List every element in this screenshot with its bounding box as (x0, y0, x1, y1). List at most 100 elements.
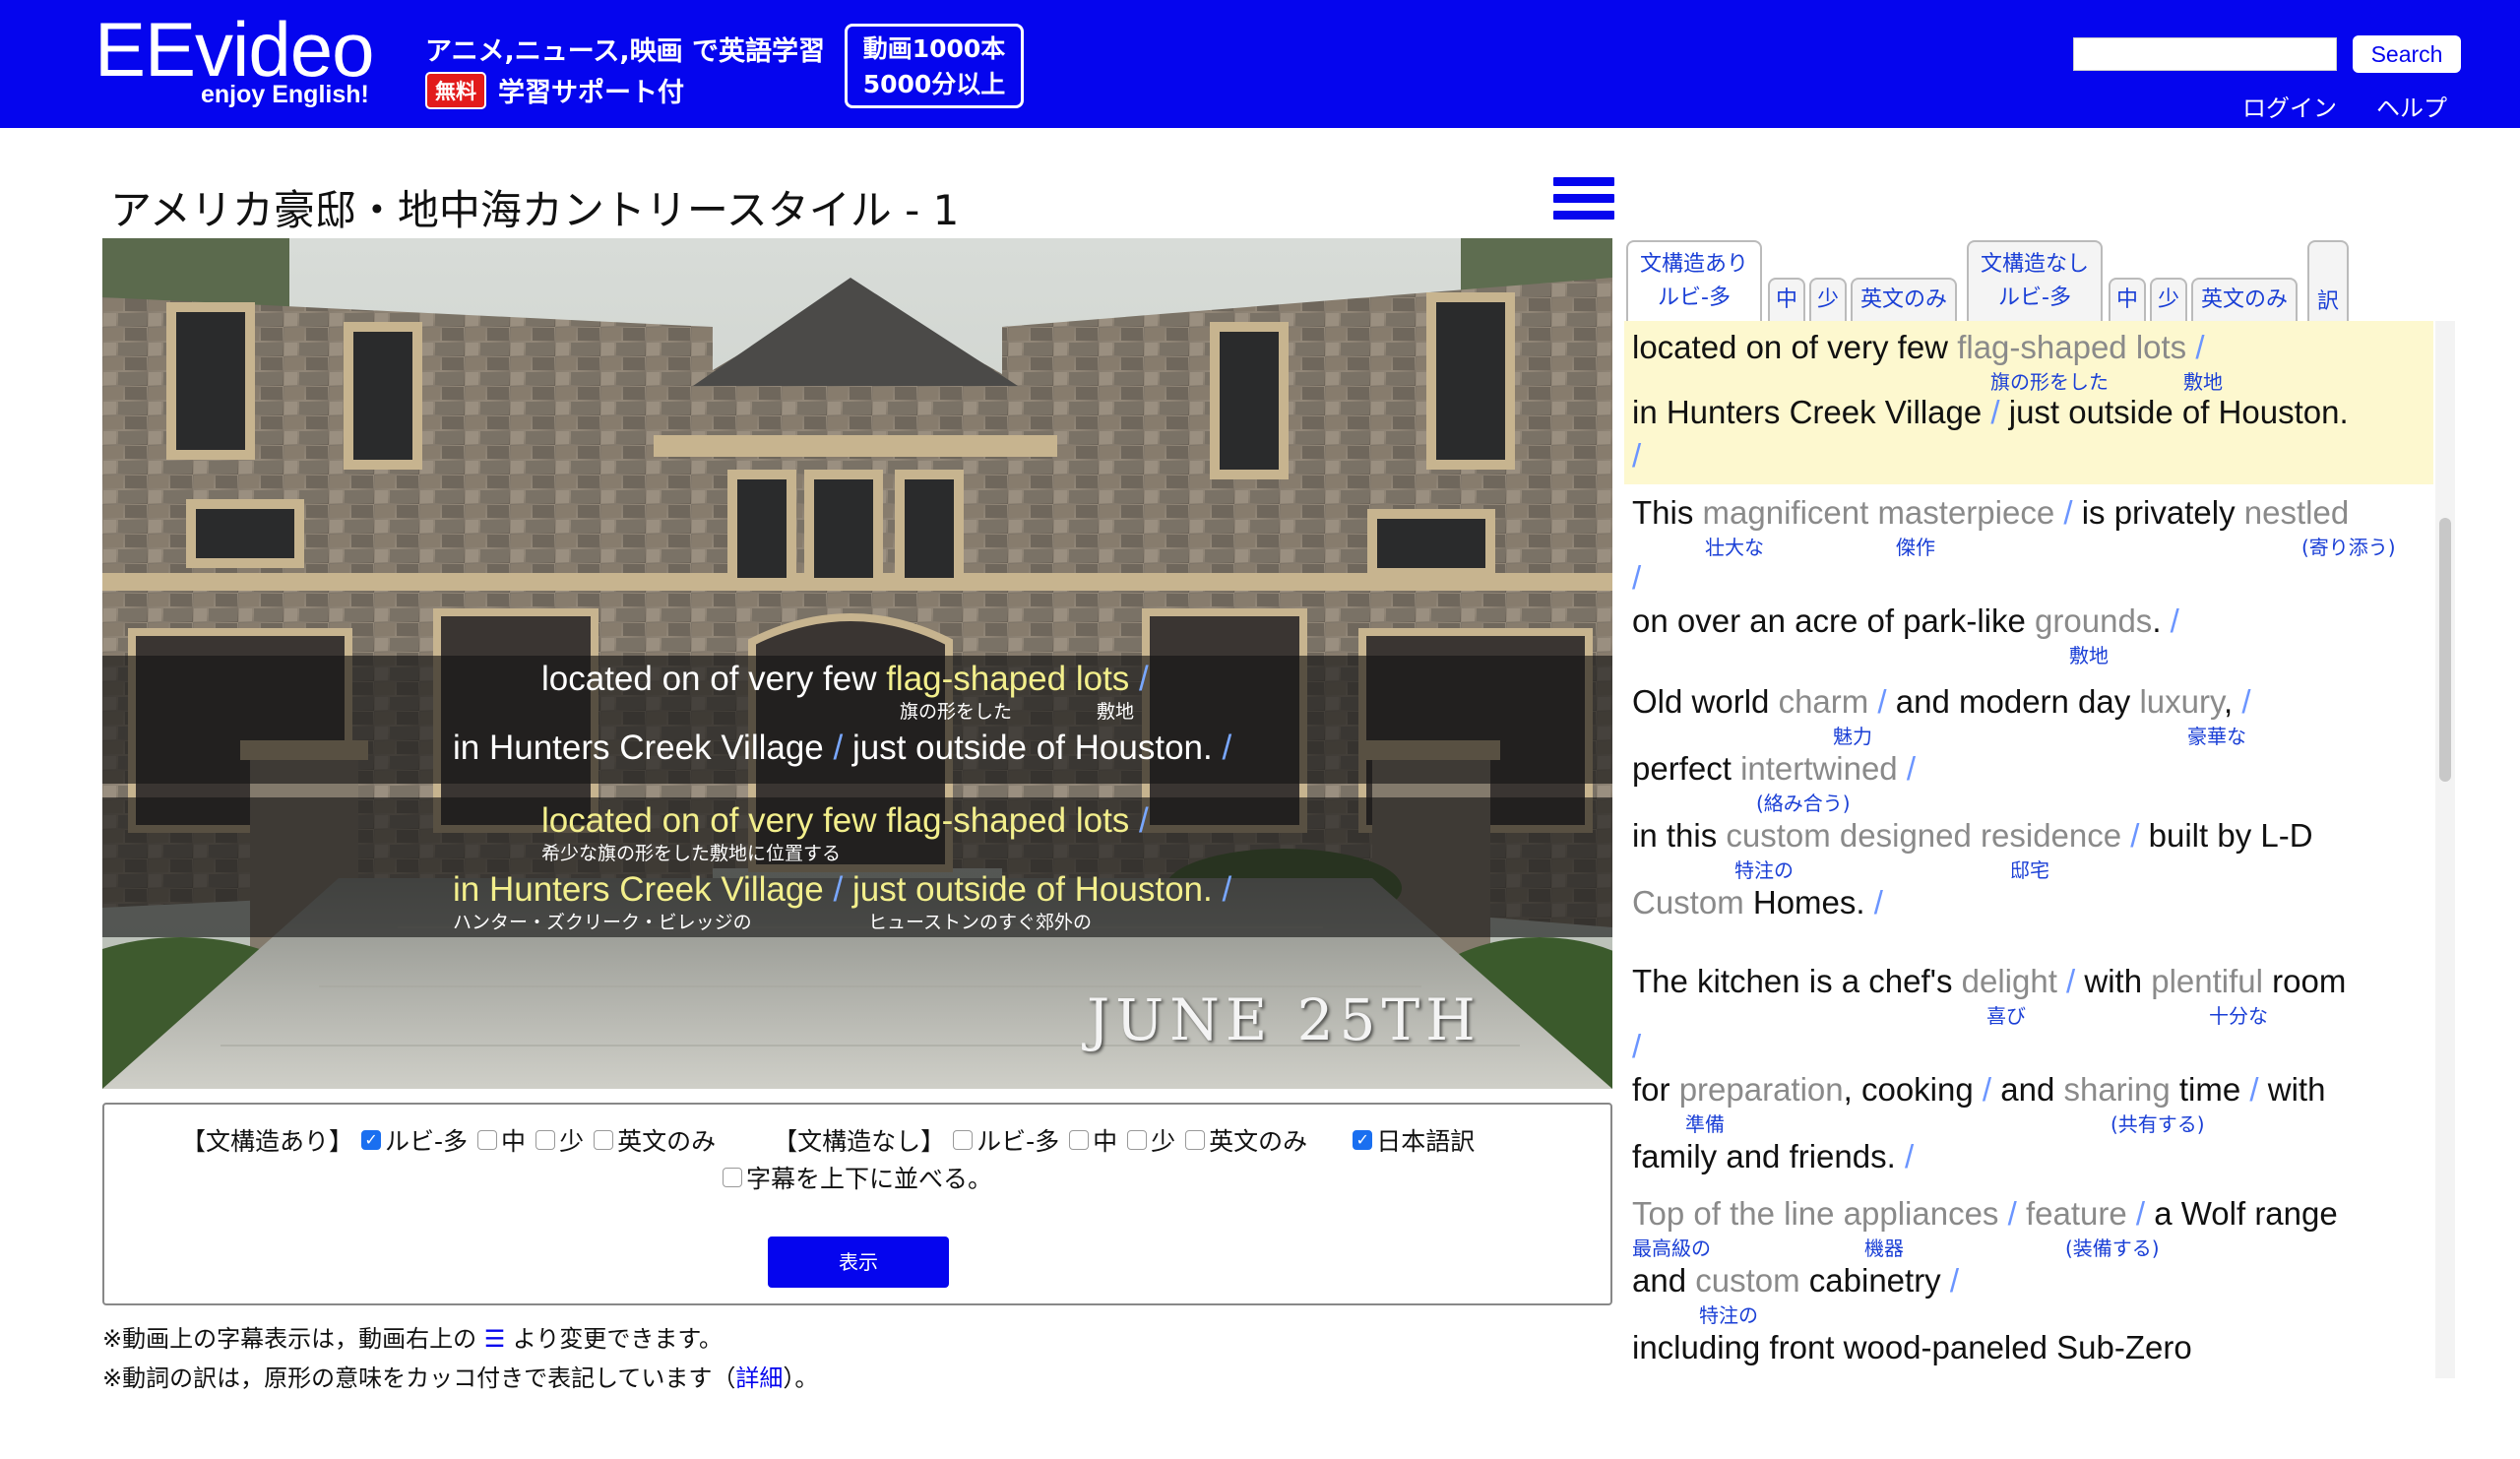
vocab-word[interactable]: magnificent masterpiece (1703, 494, 2055, 531)
vocab-word[interactable]: delight (1962, 963, 2057, 999)
ruby-annotation: 特注の (1699, 1303, 1758, 1327)
option-without-mid[interactable]: 中 (1069, 1122, 1117, 1158)
video-subtitle-line-1: located on of very few flag-shaped lots … (541, 660, 1149, 699)
transcript-line: / (1632, 437, 1641, 475)
vocab-word[interactable]: plentiful (2151, 963, 2263, 999)
option-japanese-translation[interactable]: ✓ 日本語訳 (1353, 1122, 1475, 1158)
option-label: 中 (1093, 1127, 1118, 1156)
transcript-line: and custom cabinetry / (1632, 1262, 1959, 1300)
transcript-text: with (2267, 1071, 2326, 1108)
vocab-word[interactable]: custom designed residence (1726, 817, 2121, 854)
transcript-text: in Hunters Creek Village (1632, 394, 1991, 430)
vocab-word[interactable]: charm (1779, 683, 1869, 720)
slash-marker: / (2186, 329, 2205, 365)
checkbox-icon[interactable] (953, 1130, 974, 1150)
tagline: アニメ,ニュース,映画 で英語学習 (425, 36, 826, 67)
hamburger-menu-icon[interactable] (1553, 177, 1614, 228)
slash-marker: / (1632, 437, 1642, 474)
checkbox-checked-icon[interactable]: ✓ (1353, 1130, 1373, 1150)
help-link[interactable]: ヘルプ (2376, 89, 2447, 123)
checkbox-icon[interactable] (1185, 1130, 1206, 1150)
tab-translation[interactable]: 訳 (2307, 240, 2349, 321)
ruby-annotation: 喜び (1986, 1004, 2026, 1028)
ruby-annotation: 機器 (1864, 1237, 1904, 1260)
video-player[interactable]: located on of very few flag-shaped lots … (102, 238, 1612, 1089)
subtitle-text: in Hunters Creek Village (453, 729, 834, 767)
transcript-text: Homes. (1743, 884, 1874, 920)
checkbox-icon[interactable] (477, 1130, 498, 1150)
slash-marker: / (1949, 1262, 1960, 1299)
checkbox-icon[interactable] (1069, 1130, 1090, 1150)
vocab-word[interactable]: sharing (2063, 1071, 2170, 1108)
subtitle-text: located on of very few flag-shaped lots (541, 801, 1140, 840)
vocab-word[interactable]: flag-shaped lots (1957, 329, 2186, 365)
note-subtitle-display: ※動画上の字幕表示は，動画右上の ☰ より変更できます。 (102, 1319, 723, 1354)
slash-marker: / (2241, 683, 2251, 720)
subtitle-slash: / (833, 729, 852, 767)
transcript-line: / (1632, 559, 1641, 597)
tab-without-structure-ruby-many[interactable]: 文構造なし ルビ-多 (1967, 240, 2103, 321)
tab-without-mid[interactable]: 中 (2109, 278, 2146, 321)
transcript-panel[interactable]: located on of very few flag-shaped lots … (1624, 321, 2433, 1378)
transcript-text: on over an acre of park-like (1632, 603, 2036, 639)
tab-with-english-only[interactable]: 英文のみ (1851, 278, 1957, 321)
tab-with-few[interactable]: 少 (1809, 278, 1847, 321)
video-subtitle-line-2: in Hunters Creek Village / just outside … (453, 729, 1231, 768)
option-with-ruby-many[interactable]: ✓ ルビ-多 (361, 1122, 468, 1158)
vocab-word[interactable]: feature (2026, 1195, 2127, 1232)
slash-marker: / (2249, 1071, 2268, 1108)
checkbox-checked-icon[interactable]: ✓ (361, 1130, 382, 1150)
vocab-word[interactable]: preparation (1679, 1071, 1844, 1108)
option-with-english-only[interactable]: 英文のみ (594, 1122, 716, 1158)
slash-marker: / (1990, 394, 2009, 430)
option-without-english-only[interactable]: 英文のみ (1185, 1122, 1307, 1158)
checkbox-icon[interactable] (536, 1130, 556, 1150)
slash-marker: / (1897, 750, 1916, 787)
option-without-few[interactable]: 少 (1127, 1122, 1175, 1158)
tab-without-english-only[interactable]: 英文のみ (2191, 278, 2298, 321)
subtitle-translation-1: 希少な旗の形をした敷地に位置する (541, 843, 842, 864)
slash-marker: / (1868, 683, 1896, 720)
vocab-word[interactable]: custom (1695, 1262, 1799, 1299)
vocab-word[interactable]: Top of the line appliances (1632, 1195, 1998, 1232)
vocab-word[interactable]: nestled (2244, 494, 2349, 531)
transcript-text: The kitchen is a chef's (1632, 963, 1962, 999)
transcript-line: including front wood-paneled Sub-Zero (1632, 1329, 2192, 1366)
scrollbar-thumb[interactable] (2439, 518, 2451, 782)
ruby-annotation: 最高級の (1632, 1237, 1711, 1260)
transcript-text: Old world (1632, 683, 1779, 720)
checkbox-icon[interactable] (594, 1130, 614, 1150)
details-link[interactable]: 詳細 (735, 1364, 783, 1392)
subtitle-text: located on of very few (541, 660, 887, 698)
vocab-word[interactable]: grounds (2035, 603, 2152, 639)
site-logo[interactable]: EEvideo enjoy English! (94, 6, 375, 108)
vocab-word[interactable]: Custom (1632, 884, 1744, 920)
show-button[interactable]: 表示 (768, 1237, 949, 1288)
ruby-annotation: 壮大な (1705, 536, 1764, 559)
vocab-word[interactable]: luxury (2139, 683, 2224, 720)
transcript-scrollbar[interactable] (2435, 321, 2455, 1378)
subtitle-settings-panel: 【文構造あり】 ✓ ルビ-多 中 少 英文のみ 【文構造なし】 ルビ-多 中 少 … (102, 1103, 1612, 1305)
ruby-annotation: (寄り添う) (2301, 536, 2396, 559)
search-input[interactable] (2073, 37, 2337, 71)
slash-marker: / (1632, 1028, 1642, 1064)
login-link[interactable]: ログイン (2242, 89, 2337, 123)
tab-label: 文構造あり (1639, 252, 1748, 277)
vocab-word[interactable]: intertwined (1740, 750, 1898, 787)
subtitle-slash: / (1222, 870, 1232, 909)
transcript-text: and (2000, 1071, 2064, 1108)
subtitle-slash: / (1139, 801, 1149, 840)
tab-with-mid[interactable]: 中 (1768, 278, 1805, 321)
option-with-few[interactable]: 少 (536, 1122, 584, 1158)
transcript-text: for (1632, 1071, 1679, 1108)
search-button[interactable]: Search (2353, 35, 2461, 73)
option-stack-subtitles[interactable]: 字幕を上下に並べる。 (723, 1160, 992, 1195)
tab-with-structure-ruby-many[interactable]: 文構造あり ルビ-多 (1626, 240, 1762, 321)
option-with-mid[interactable]: 中 (477, 1122, 526, 1158)
checkbox-icon[interactable] (723, 1168, 742, 1187)
checkbox-icon[interactable] (1127, 1130, 1148, 1150)
transcript-text: located on of very few (1632, 329, 1958, 365)
tab-without-few[interactable]: 少 (2150, 278, 2187, 321)
option-without-ruby-many[interactable]: ルビ-多 (953, 1122, 1059, 1158)
transcript-text: in this (1632, 817, 1727, 854)
